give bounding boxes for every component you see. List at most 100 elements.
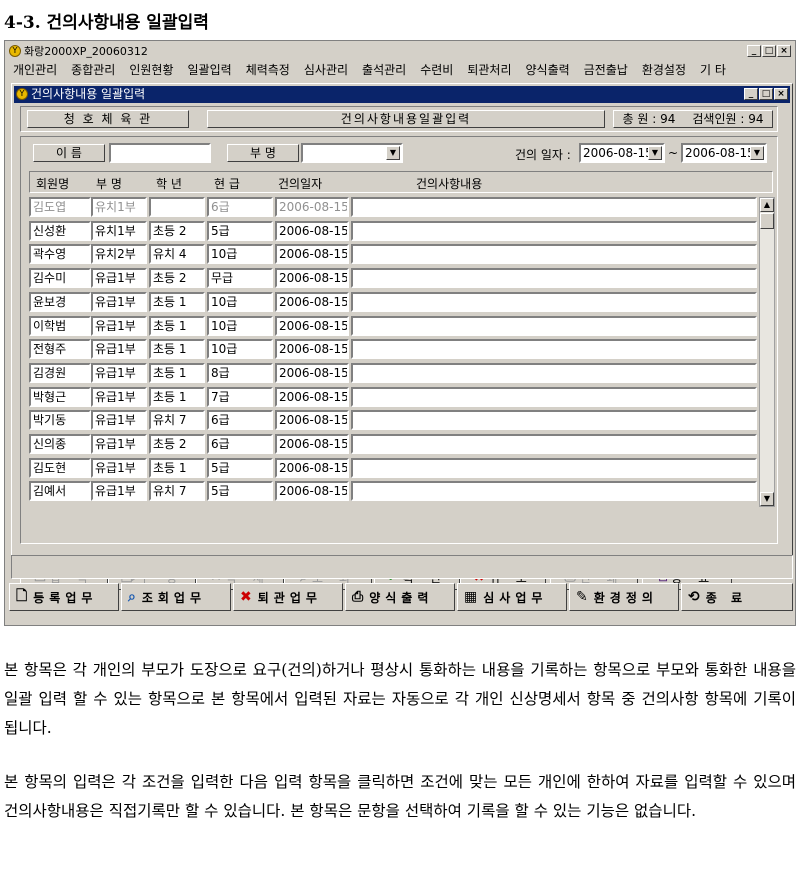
cell-content[interactable] — [351, 386, 757, 407]
table-row[interactable]: 윤보경 유급1부 초등 1 10급 2006-08-15 — [29, 291, 759, 314]
lookup-button[interactable]: ⌕ 조회업무 — [121, 583, 231, 611]
table-row[interactable]: 김도엽 유치1부 6급 2006-08-15 — [29, 197, 759, 219]
minimize-button[interactable]: _ — [747, 45, 761, 57]
cell-name[interactable]: 김예서 — [29, 481, 91, 502]
table-row[interactable]: 김수미 유급1부 초등 2 무급 2006-08-15 — [29, 268, 759, 290]
chevron-down-icon[interactable]: ▼ — [386, 146, 400, 160]
menu-forms[interactable]: 양식출력 — [520, 61, 578, 80]
cell-date[interactable]: 2006-08-15 — [275, 362, 349, 383]
menu-fitness[interactable]: 체력측정 — [240, 61, 298, 80]
exit-button[interactable]: ⟲ 종 료 — [681, 583, 793, 611]
cell-rank[interactable]: 6급 — [207, 410, 273, 431]
cell-dept[interactable]: 유급1부 — [91, 291, 147, 312]
child-maximize-button[interactable]: □ — [759, 88, 773, 100]
cell-rank[interactable]: 10급 — [207, 291, 273, 312]
table-row[interactable]: 신성환 유치1부 초등 2 5급 2006-08-15 — [29, 220, 759, 243]
scroll-thumb[interactable] — [760, 213, 774, 229]
cell-dept[interactable]: 유급1부 — [91, 410, 147, 431]
cell-grade[interactable]: 초등 2 — [149, 220, 205, 241]
cell-dept[interactable]: 유급1부 — [91, 386, 147, 407]
menu-attendance[interactable]: 출석관리 — [356, 61, 414, 80]
cell-grade[interactable]: 유치 7 — [149, 481, 205, 502]
menu-etc[interactable]: 기 타 — [694, 61, 734, 80]
table-row[interactable]: 김도현 유급1부 초등 1 5급 2006-08-15 — [29, 457, 759, 480]
cell-grade[interactable]: 초등 1 — [149, 291, 205, 312]
cell-dept[interactable]: 유급1부 — [91, 268, 147, 289]
date-from-picker[interactable]: 2006-08-15 ▼ — [579, 143, 665, 163]
scroll-up-icon[interactable]: ▲ — [760, 198, 774, 212]
scroll-down-icon[interactable]: ▼ — [760, 492, 774, 506]
menu-personal[interactable]: 개인관리 — [7, 61, 65, 80]
table-row[interactable]: 이학범 유급1부 초등 1 10급 2006-08-15 — [29, 315, 759, 338]
register-button[interactable]: 🗋 등록업무 — [9, 583, 119, 611]
cell-name[interactable]: 김경원 — [29, 362, 91, 383]
table-row[interactable]: 박형근 유급1부 초등 1 7급 2006-08-15 — [29, 386, 759, 409]
cell-grade[interactable]: 초등 2 — [149, 434, 205, 454]
cell-name[interactable]: 박형근 — [29, 386, 91, 407]
cell-dept[interactable]: 유치2부 — [91, 244, 147, 265]
cell-date[interactable]: 2006-08-15 — [275, 457, 349, 478]
cell-grade[interactable]: 유치 4 — [149, 244, 205, 265]
menu-overall[interactable]: 종합관리 — [65, 61, 123, 80]
cell-content[interactable] — [351, 339, 757, 360]
cell-rank[interactable]: 5급 — [207, 220, 273, 241]
cell-grade[interactable]: 초등 2 — [149, 268, 205, 289]
cell-content[interactable] — [351, 220, 757, 241]
menu-fees[interactable]: 수련비 — [414, 61, 461, 80]
child-minimize-button[interactable]: _ — [744, 88, 758, 100]
close-button[interactable]: × — [777, 45, 791, 57]
cell-dept[interactable]: 유급1부 — [91, 315, 147, 336]
cell-date[interactable]: 2006-08-15 — [275, 339, 349, 360]
cell-grade[interactable]: 유치 7 — [149, 410, 205, 431]
cell-grade[interactable]: 초등 1 — [149, 315, 205, 336]
exam-button[interactable]: ▦ 심사업무 — [457, 583, 567, 611]
cell-name[interactable]: 박기동 — [29, 410, 91, 431]
cell-date[interactable]: 2006-08-15 — [275, 268, 349, 289]
menu-leave[interactable]: 퇴관처리 — [461, 61, 519, 80]
cell-rank[interactable]: 8급 — [207, 362, 273, 383]
cell-dept[interactable]: 유급1부 — [91, 434, 147, 454]
cell-date[interactable]: 2006-08-15 — [275, 291, 349, 312]
menu-cash[interactable]: 금전출납 — [578, 61, 636, 80]
cell-date[interactable]: 2006-08-15 — [275, 244, 349, 265]
cell-content[interactable] — [351, 315, 757, 336]
cell-content[interactable] — [351, 244, 757, 265]
cell-dept[interactable]: 유급1부 — [91, 362, 147, 383]
menu-settings[interactable]: 환경설정 — [636, 61, 694, 80]
cell-rank[interactable]: 무급 — [207, 268, 273, 289]
cell-rank[interactable]: 10급 — [207, 339, 273, 360]
cell-grade[interactable]: 초등 1 — [149, 457, 205, 478]
cell-rank[interactable]: 10급 — [207, 315, 273, 336]
cell-name[interactable]: 김수미 — [29, 268, 91, 289]
cell-name[interactable]: 김도엽 — [29, 197, 91, 217]
cell-content[interactable] — [351, 197, 757, 217]
cell-content[interactable] — [351, 410, 757, 431]
cell-name[interactable]: 이학범 — [29, 315, 91, 336]
cell-grade[interactable]: 초등 1 — [149, 386, 205, 407]
cell-content[interactable] — [351, 481, 757, 502]
cell-content[interactable] — [351, 457, 757, 478]
cell-dept[interactable]: 유치1부 — [91, 220, 147, 241]
maximize-button[interactable]: □ — [762, 45, 776, 57]
cell-date[interactable]: 2006-08-15 — [275, 481, 349, 502]
cell-date[interactable]: 2006-08-15 — [275, 386, 349, 407]
cell-content[interactable] — [351, 362, 757, 383]
cell-grade[interactable]: 초등 1 — [149, 339, 205, 360]
cell-date[interactable]: 2006-08-15 — [275, 197, 349, 217]
cell-date[interactable]: 2006-08-15 — [275, 315, 349, 336]
cell-grade[interactable]: 초등 1 — [149, 362, 205, 383]
cell-date[interactable]: 2006-08-15 — [275, 410, 349, 431]
cell-name[interactable]: 윤보경 — [29, 291, 91, 312]
table-row[interactable]: 박기동 유급1부 유치 7 6급 2006-08-15 — [29, 410, 759, 432]
cell-content[interactable] — [351, 291, 757, 312]
dept-select[interactable]: ▼ — [301, 143, 403, 163]
cell-dept[interactable]: 유급1부 — [91, 457, 147, 478]
menu-members[interactable]: 인원현황 — [123, 61, 181, 80]
cell-name[interactable]: 전형주 — [29, 339, 91, 360]
table-row[interactable]: 전형주 유급1부 초등 1 10급 2006-08-15 — [29, 339, 759, 361]
cell-rank[interactable]: 6급 — [207, 434, 273, 454]
cell-date[interactable]: 2006-08-15 — [275, 220, 349, 241]
cell-name[interactable]: 김도현 — [29, 457, 91, 478]
cell-name[interactable]: 곽수영 — [29, 244, 91, 265]
table-row[interactable]: 곽수영 유치2부 유치 4 10급 2006-08-15 — [29, 244, 759, 266]
